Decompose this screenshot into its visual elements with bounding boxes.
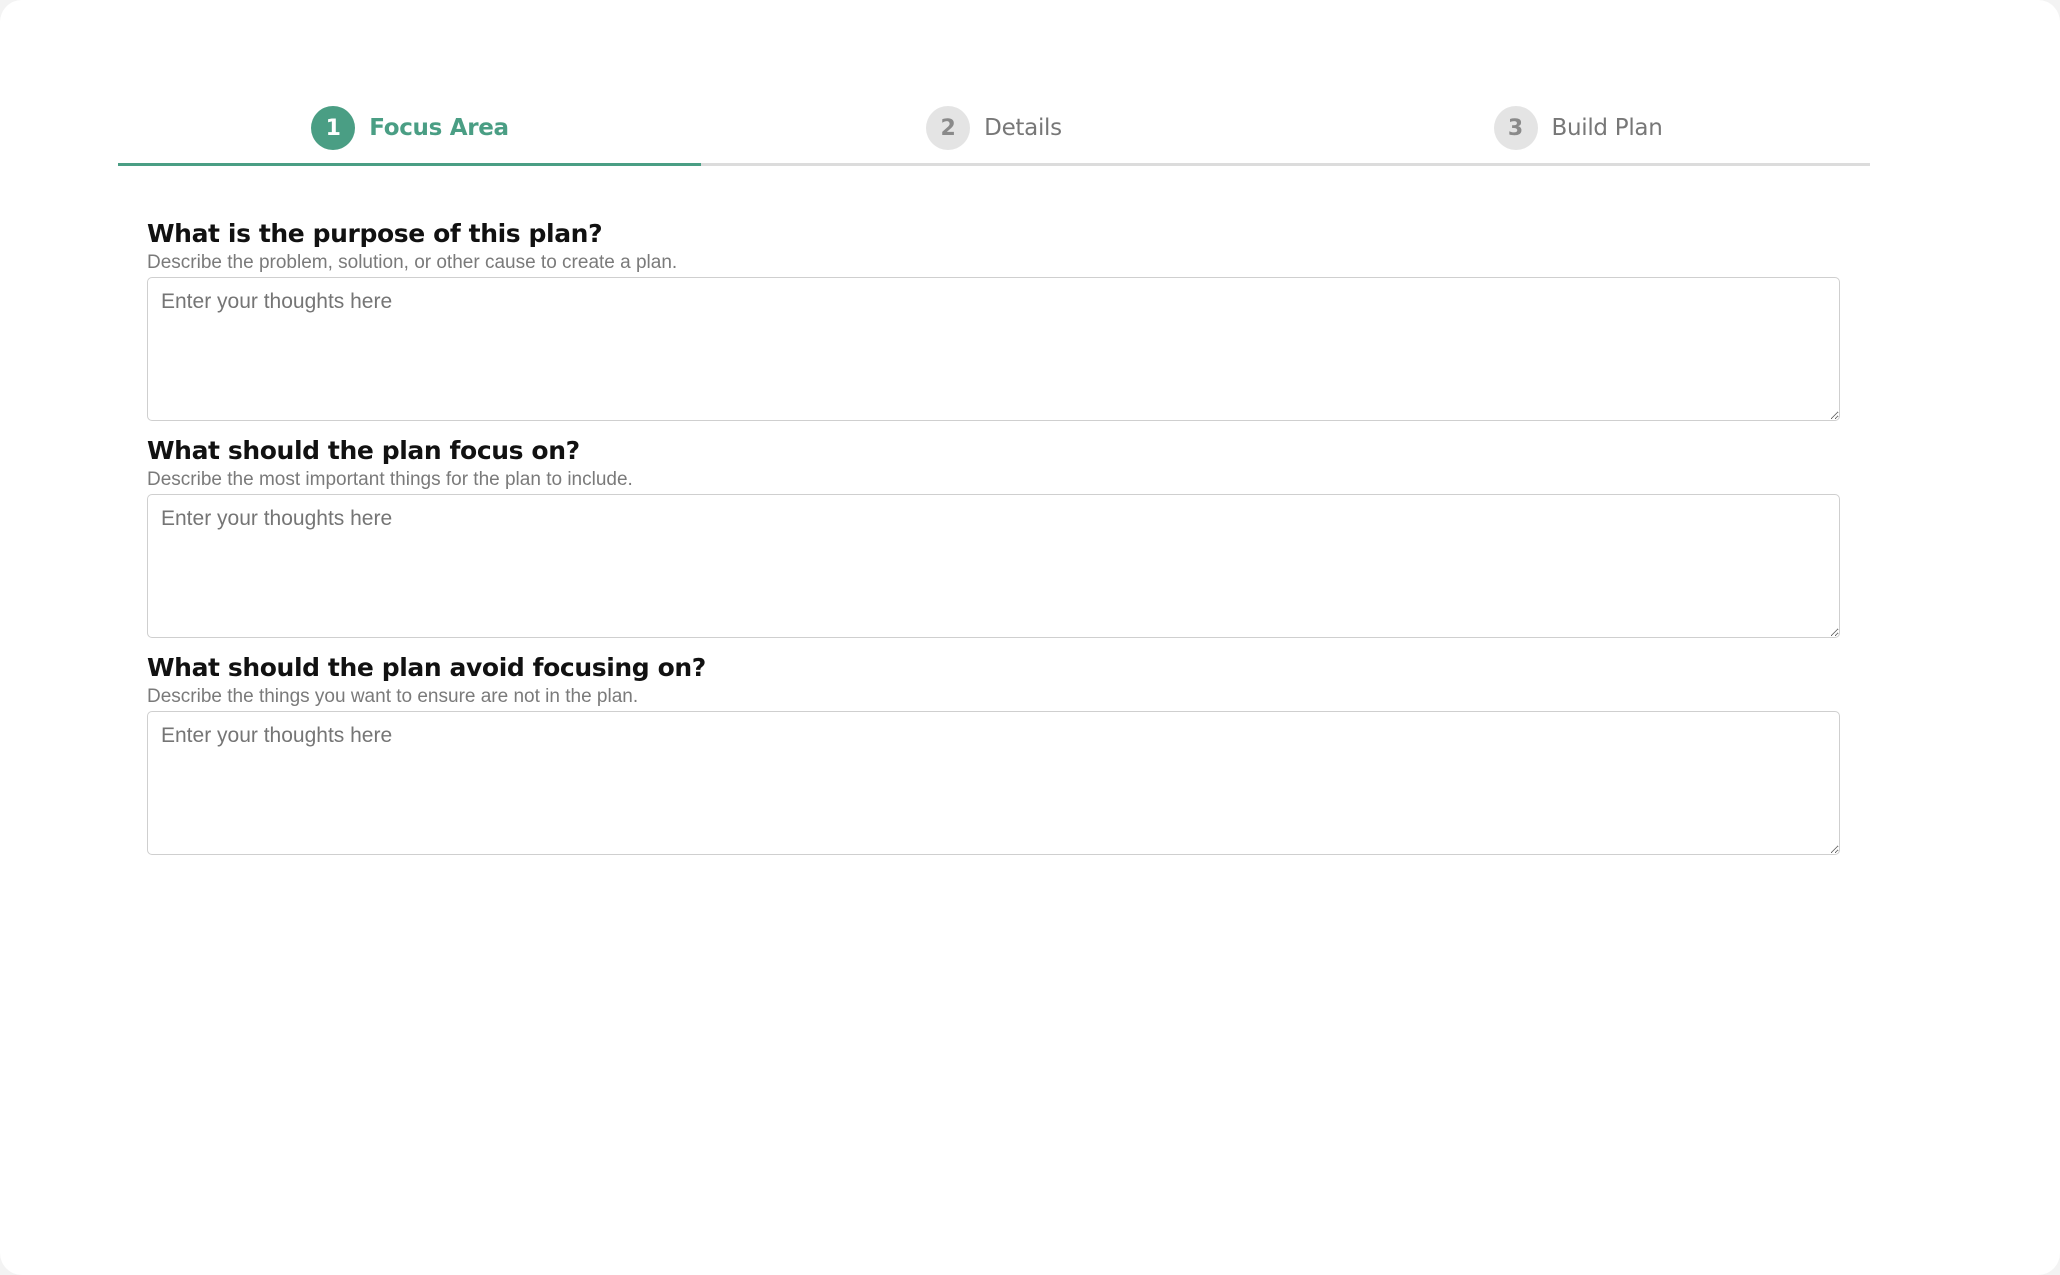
step-number-badge: 1 (311, 106, 356, 150)
field-title: What should the plan avoid focusing on? (147, 653, 706, 682)
field-title: What is the purpose of this plan? (147, 219, 603, 248)
field-description: Describe the problem, solution, or other… (147, 252, 678, 273)
avoid-field: What should the plan avoid focusing on? … (147, 652, 1840, 855)
purpose-textarea[interactable] (147, 277, 1840, 421)
purpose-field: What is the purpose of this plan? Descri… (147, 218, 1840, 421)
stepper-progress-bar (118, 163, 702, 166)
step-build-plan[interactable]: 3 Build Plan (1286, 100, 1870, 156)
field-title: What should the plan focus on? (147, 436, 580, 465)
focus-area-form: What is the purpose of this plan? Descri… (147, 218, 1840, 869)
step-number-badge: 2 (926, 106, 971, 150)
step-number-badge: 3 (1493, 106, 1538, 150)
step-label: Details (984, 115, 1062, 141)
focus-field: What should the plan focus on? Describe … (147, 435, 1840, 638)
step-details[interactable]: 2 Details (702, 100, 1286, 156)
step-label: Focus Area (369, 115, 509, 141)
field-description: Describe the most important things for t… (147, 469, 633, 490)
field-description: Describe the things you want to ensure a… (147, 686, 639, 707)
step-label: Build Plan (1551, 115, 1663, 141)
avoid-textarea[interactable] (147, 711, 1840, 855)
focus-textarea[interactable] (147, 494, 1840, 638)
step-focus-area[interactable]: 1 Focus Area (118, 100, 702, 156)
plan-wizard-card: 1 Focus Area 2 Details 3 Build Plan What… (0, 0, 2060, 1275)
stepper: 1 Focus Area 2 Details 3 Build Plan (118, 100, 1870, 166)
